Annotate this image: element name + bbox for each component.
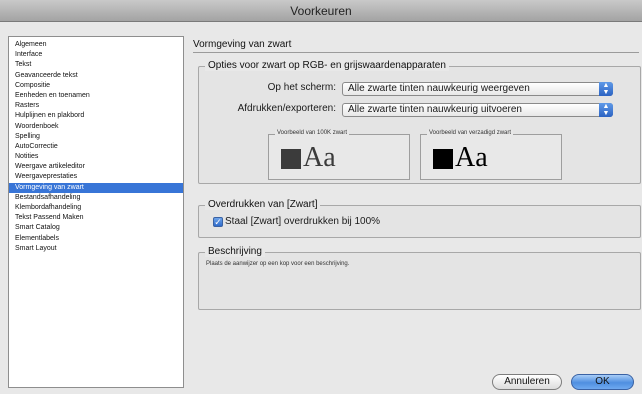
print-dropdown-value: Alle zwarte tinten nauwkeurig uitvoeren [348, 104, 522, 115]
screen-dropdown[interactable]: Alle zwarte tinten nauwkeurig weergeven … [342, 82, 613, 96]
sidebar-item[interactable]: Geavanceerde tekst [9, 71, 183, 81]
ok-button[interactable]: OK [571, 374, 634, 390]
rgb-options-group: Opties voor zwart op RGB- en grijswaarde… [198, 60, 641, 184]
sidebar-item[interactable]: Hulplijnen en plakbord [9, 111, 183, 121]
sidebar-item[interactable]: Tekst Passend Maken [9, 213, 183, 223]
sidebar-item[interactable]: Bestandsafhandeling [9, 193, 183, 203]
overprint-checkbox[interactable]: ✓ [213, 217, 223, 227]
sidebar-item[interactable]: Vormgeving van zwart [9, 182, 183, 193]
sidebar-item[interactable]: Weergaveprestaties [9, 172, 183, 182]
overprint-group: Overdrukken van [Zwart] ✓ Staal [Zwart] … [198, 199, 641, 238]
sidebar-item[interactable]: Rasters [9, 101, 183, 111]
dropdown-arrows-icon: ▲ ▼ [599, 103, 613, 117]
sidebar-item[interactable]: Weergave artikeleditor [9, 162, 183, 172]
print-dropdown[interactable]: Alle zwarte tinten nauwkeurig uitvoeren … [342, 103, 613, 117]
rgb-options-title: Opties voor zwart op RGB- en grijswaarde… [205, 60, 449, 71]
sidebar-item[interactable]: Elementlabels [9, 234, 183, 244]
preview-rich-label: Voorbeeld van verzadigd zwart [427, 130, 514, 136]
sidebar-item[interactable]: Compositie [9, 81, 183, 91]
description-text: Plaats de aanwijzer op een kop voor een … [206, 261, 350, 267]
dropdown-arrows-icon: ▲ ▼ [599, 82, 613, 96]
main-panel: Vormgeving van zwart Opties voor zwart o… [192, 0, 642, 394]
overprint-title: Overdrukken van [Zwart] [205, 199, 321, 210]
sidebar-item[interactable]: Smart Catalog [9, 223, 183, 233]
section-divider [193, 52, 639, 53]
sidebar-item[interactable]: Algemeen [9, 40, 183, 50]
sidebar-item[interactable]: Spelling [9, 132, 183, 142]
sidebar-item[interactable]: Eenheden en toenamen [9, 91, 183, 101]
preview-100k-text: Aa [303, 142, 336, 173]
sidebar-item[interactable]: Klembordafhandeling [9, 203, 183, 213]
sidebar-item[interactable]: Smart Layout [9, 244, 183, 254]
sidebar-list: Algemeen Interface Tekst Geavanceerde tekst… [9, 37, 183, 254]
preferences-sidebar[interactable]: Algemeen Interface Tekst Geavanceerde tekst… [8, 36, 184, 388]
sidebar-item[interactable]: AutoCorrectie [9, 142, 183, 152]
swatch-100k-black [281, 149, 301, 169]
swatch-rich-black [433, 149, 453, 169]
sidebar-item[interactable]: Woordenboek [9, 122, 183, 132]
description-title: Beschrijving [205, 246, 265, 257]
screen-label: Op het scherm: [267, 82, 336, 93]
print-label: Afdrukken/exporteren: [237, 103, 336, 114]
section-title: Vormgeving van zwart [193, 39, 292, 50]
cancel-button[interactable]: Annuleren [492, 374, 562, 390]
description-group: Beschrijving Plaats de aanwijzer op een … [198, 246, 641, 310]
screen-dropdown-value: Alle zwarte tinten nauwkeurig weergeven [348, 83, 530, 94]
preview-100k-black: Voorbeeld van 100K zwart Aa [268, 130, 410, 180]
preview-100k-label: Voorbeeld van 100K zwart [275, 130, 350, 136]
overprint-checkbox-label[interactable]: Staal [Zwart] overdrukken bij 100% [225, 216, 380, 227]
sidebar-item[interactable]: Interface [9, 50, 183, 60]
sidebar-item[interactable]: Tekst [9, 60, 183, 70]
sidebar-item[interactable]: Notities [9, 152, 183, 162]
preview-rich-black: Voorbeeld van verzadigd zwart Aa [420, 130, 562, 180]
preview-rich-text: Aa [455, 142, 488, 173]
